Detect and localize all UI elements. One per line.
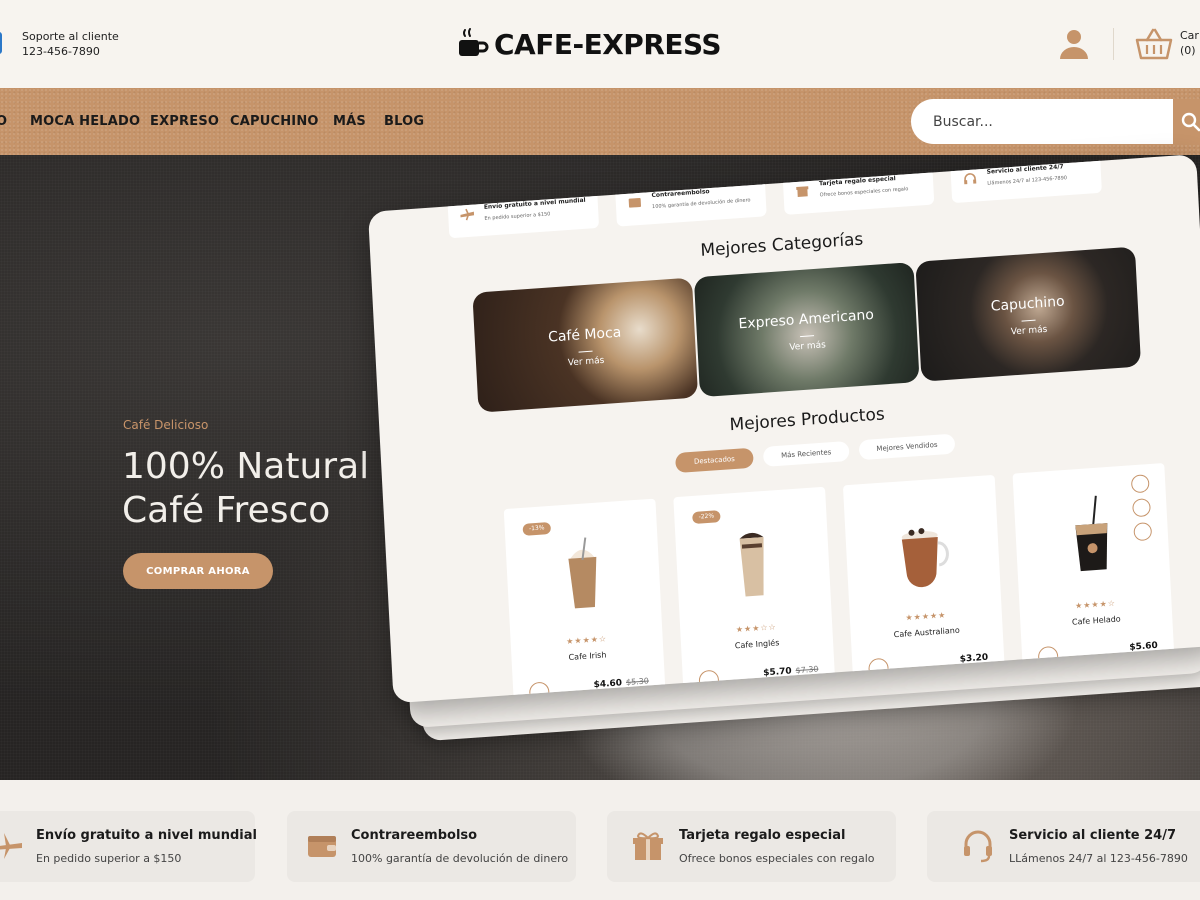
- mockup-feature: Tarjeta regalo especial Ofrece bonos esp…: [782, 164, 935, 215]
- feature-gift-card: Tarjeta regalo especial Ofrece bonos esp…: [607, 811, 896, 882]
- product-card[interactable]: -22% ★★★☆☆ Cafe Inglés $5.70 $7.30: [673, 486, 836, 700]
- feature-subtitle: LLámenos 24/7 al 123-456-7890: [1009, 852, 1188, 865]
- cart-button[interactable]: [1134, 26, 1174, 62]
- category-more-link[interactable]: Ver más: [476, 349, 696, 374]
- mockup-feature-title: Envío gratuito a nivel mundial: [483, 196, 586, 211]
- category-divider: [578, 350, 593, 353]
- site-preview-mockup: Envío gratuito a nivel mundial En pedido…: [352, 115, 1200, 754]
- nav-item-mas[interactable]: MÁS: [333, 114, 366, 129]
- top-bar: Soporte al cliente 123-456-7890 CAFE-EXP…: [0, 0, 1200, 88]
- nav-item-moca-helado[interactable]: MOCA HELADO: [30, 114, 140, 129]
- feature-subtitle: En pedido superior a $150: [36, 852, 182, 865]
- hero-title-line1: 100% Natural: [122, 446, 370, 487]
- quick-view-icon[interactable]: [1130, 474, 1150, 494]
- gift-icon: [633, 832, 663, 860]
- product-name[interactable]: Cafe Australiano: [851, 623, 1003, 643]
- cart-count: (0): [1180, 44, 1196, 57]
- headset-icon: [964, 173, 977, 185]
- site-logo[interactable]: CAFE-EXPRESS: [456, 26, 722, 62]
- iced-glass-product-image: [1075, 495, 1108, 572]
- mockup-feature: Envío gratuito a nivel mundial En pedido…: [447, 187, 600, 239]
- gift-icon: [796, 186, 809, 197]
- mockup-feature-sub: Ofrece bonos especiales con regalo: [819, 186, 909, 199]
- mockup-feature-row: Envío gratuito a nivel mundial En pedido…: [447, 154, 1102, 242]
- support-phone[interactable]: 123-456-7890: [22, 45, 100, 58]
- account-button[interactable]: [1056, 26, 1092, 62]
- wishlist-heart-icon[interactable]: [1132, 498, 1151, 518]
- mockup-feature-title: Contrareembolso: [651, 188, 710, 200]
- feature-customer-service: Servicio al cliente 24/7 LLámenos 24/7 a…: [927, 811, 1200, 882]
- logo-text: CAFE-EXPRESS: [494, 27, 722, 61]
- feature-subtitle: 100% garantía de devolución de dinero: [351, 852, 569, 865]
- mockup-feature: Contrareembolso 100% garantía de devoluc…: [614, 176, 767, 227]
- feature-title: Envío gratuito a nivel mundial: [36, 828, 257, 843]
- airplane-icon: [460, 208, 475, 221]
- coffee-cup-icon: [459, 28, 489, 56]
- phone-icon: [0, 32, 2, 54]
- old-price: $5.30: [625, 676, 650, 688]
- hero-title: 100% Natural Café Fresco: [122, 445, 369, 533]
- discount-badge: -13%: [522, 521, 552, 536]
- nav-item-capuchino[interactable]: CAPUCHINO: [230, 114, 319, 129]
- shop-now-button[interactable]: COMPRAR AHORA: [123, 553, 273, 589]
- cart-label[interactable]: Car (0): [1180, 28, 1199, 58]
- category-card-cafe-moca[interactable]: Café Moca Ver más: [472, 277, 699, 413]
- feature-subtitle: Ofrece bonos especiales con regalo: [679, 852, 875, 865]
- product-name[interactable]: Cafe Inglés: [681, 635, 833, 655]
- category-divider: [800, 335, 815, 338]
- product-card[interactable]: ★★★★★ Cafe Australiano $3.20: [842, 474, 1006, 688]
- categories-heading: Mejores Categorías: [699, 229, 864, 261]
- category-divider: [1021, 319, 1036, 322]
- category-card-expreso-americano[interactable]: Expreso Americano Ver más: [693, 262, 920, 398]
- category-name: Café Moca: [547, 324, 622, 346]
- mockup-feature-sub: Llámenos 24/7 al 123-456-7890: [987, 175, 1068, 187]
- mug-product-image: [901, 528, 949, 588]
- mockup-feature-sub: 100% garantía de devolución de dinero: [651, 197, 751, 211]
- wallet-icon: [628, 197, 642, 208]
- wallet-icon: [308, 836, 336, 857]
- category-name: Expreso Americano: [738, 306, 875, 333]
- tab-mas-recientes[interactable]: Más Recientes: [762, 440, 850, 467]
- feature-title: Tarjeta regalo especial: [679, 828, 846, 843]
- feature-free-shipping: Envío gratuito a nivel mundial En pedido…: [0, 811, 257, 882]
- mockup-feature: Servicio al cliente 24/7 Llámenos 24/7 a…: [950, 154, 1102, 204]
- compare-icon[interactable]: [1133, 522, 1153, 542]
- category-card-capuchino[interactable]: Capuchino Ver más: [915, 246, 1142, 382]
- cart-text: Car: [1180, 29, 1199, 42]
- frappe-product-image: [568, 537, 597, 609]
- support-label: Soporte al cliente: [22, 30, 119, 43]
- tab-destacados[interactable]: Destacados: [674, 447, 754, 474]
- hero-title-line2: Café Fresco: [122, 490, 331, 531]
- category-more-link[interactable]: Ver más: [919, 318, 1139, 343]
- tab-mejores-vendidos[interactable]: Mejores Vendidos: [858, 433, 956, 461]
- old-price: $7.30: [795, 664, 819, 676]
- feature-cash-on-delivery: Contrareembolso 100% garantía de devoluc…: [287, 811, 576, 882]
- basket-icon: [1135, 28, 1173, 60]
- product-name[interactable]: Cafe Helado: [1020, 611, 1172, 631]
- iced-coffee-product-image: [739, 532, 764, 597]
- feature-title: Contrareembolso: [351, 828, 478, 843]
- category-name: Capuchino: [990, 293, 1066, 315]
- product-name[interactable]: Cafe Irish: [511, 646, 663, 666]
- product-card[interactable]: ★★★★☆ Cafe Helado $5.60: [1012, 462, 1175, 676]
- user-icon: [1060, 30, 1088, 59]
- nav-item-blog[interactable]: BLOG: [384, 114, 424, 129]
- discount-badge: -22%: [692, 510, 721, 525]
- hero-eyebrow: Café Delicioso: [123, 418, 209, 432]
- products-heading: Mejores Productos: [729, 404, 886, 436]
- header-divider: [1113, 28, 1114, 60]
- nav-item-expreso[interactable]: EXPRESO: [150, 114, 219, 129]
- product-card[interactable]: -13% ★★★★☆ Cafe Irish $4.60 $5.30: [503, 498, 666, 704]
- mockup-feature-sub: En pedido superior a $150: [484, 211, 551, 222]
- headset-icon: [964, 830, 992, 863]
- airplane-icon: [0, 833, 22, 859]
- mockup-feature-title: Tarjeta regalo especial: [818, 175, 896, 188]
- feature-title: Servicio al cliente 24/7: [1009, 828, 1177, 843]
- mockup-screen: Envío gratuito a nivel mundial En pedido…: [367, 154, 1200, 704]
- customer-support[interactable]: Soporte al cliente 123-456-7890: [0, 28, 140, 62]
- category-more-link[interactable]: Ver más: [698, 334, 918, 359]
- mockup-feature-title: Servicio al cliente 24/7: [986, 163, 1064, 176]
- nav-item-partial[interactable]: O: [0, 114, 7, 129]
- features-strip: Envío gratuito a nivel mundial En pedido…: [0, 780, 1200, 900]
